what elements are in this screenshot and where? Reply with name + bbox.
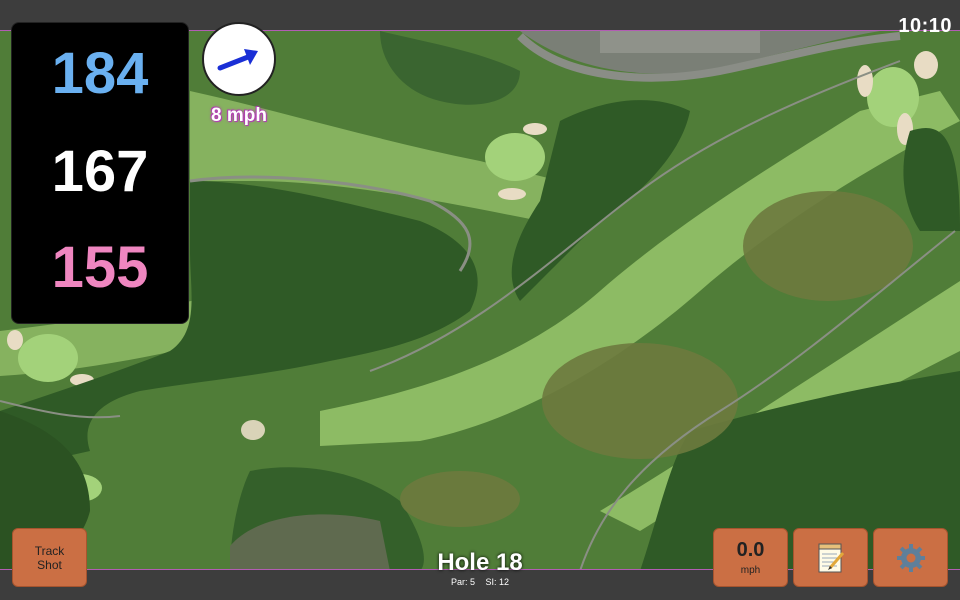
clock: 10:10 bbox=[898, 15, 952, 37]
back-yardage: 184 bbox=[51, 41, 149, 106]
par-label: Par: 5 bbox=[450, 577, 475, 587]
speed-unit: mph bbox=[740, 565, 761, 576]
gear-icon bbox=[896, 543, 925, 572]
stroke-index-label: SI: 12 bbox=[485, 577, 510, 587]
middle-yardage: 167 bbox=[51, 139, 149, 204]
speed-value: 0.0 bbox=[736, 539, 765, 561]
hole-info: Par: 5 SI: 12 bbox=[380, 577, 580, 587]
wind-arrow-icon bbox=[217, 49, 258, 71]
scorecard-button[interactable] bbox=[793, 528, 868, 587]
track-shot-label-line1: Track bbox=[34, 543, 65, 558]
hole-title: Hole 18 bbox=[437, 549, 523, 576]
speed-button[interactable]: 0.0 mph bbox=[713, 528, 788, 587]
track-shot-button[interactable]: Track Shot bbox=[12, 528, 87, 587]
yardage-panel: 184 167 155 bbox=[11, 22, 189, 324]
notepad-icon bbox=[818, 543, 844, 572]
wind-indicator bbox=[202, 22, 276, 96]
front-yardage: 155 bbox=[51, 235, 149, 300]
settings-button[interactable] bbox=[873, 528, 948, 587]
wind-speed-label: 8 mph bbox=[211, 105, 267, 126]
track-shot-label-line2: Shot bbox=[37, 557, 62, 572]
